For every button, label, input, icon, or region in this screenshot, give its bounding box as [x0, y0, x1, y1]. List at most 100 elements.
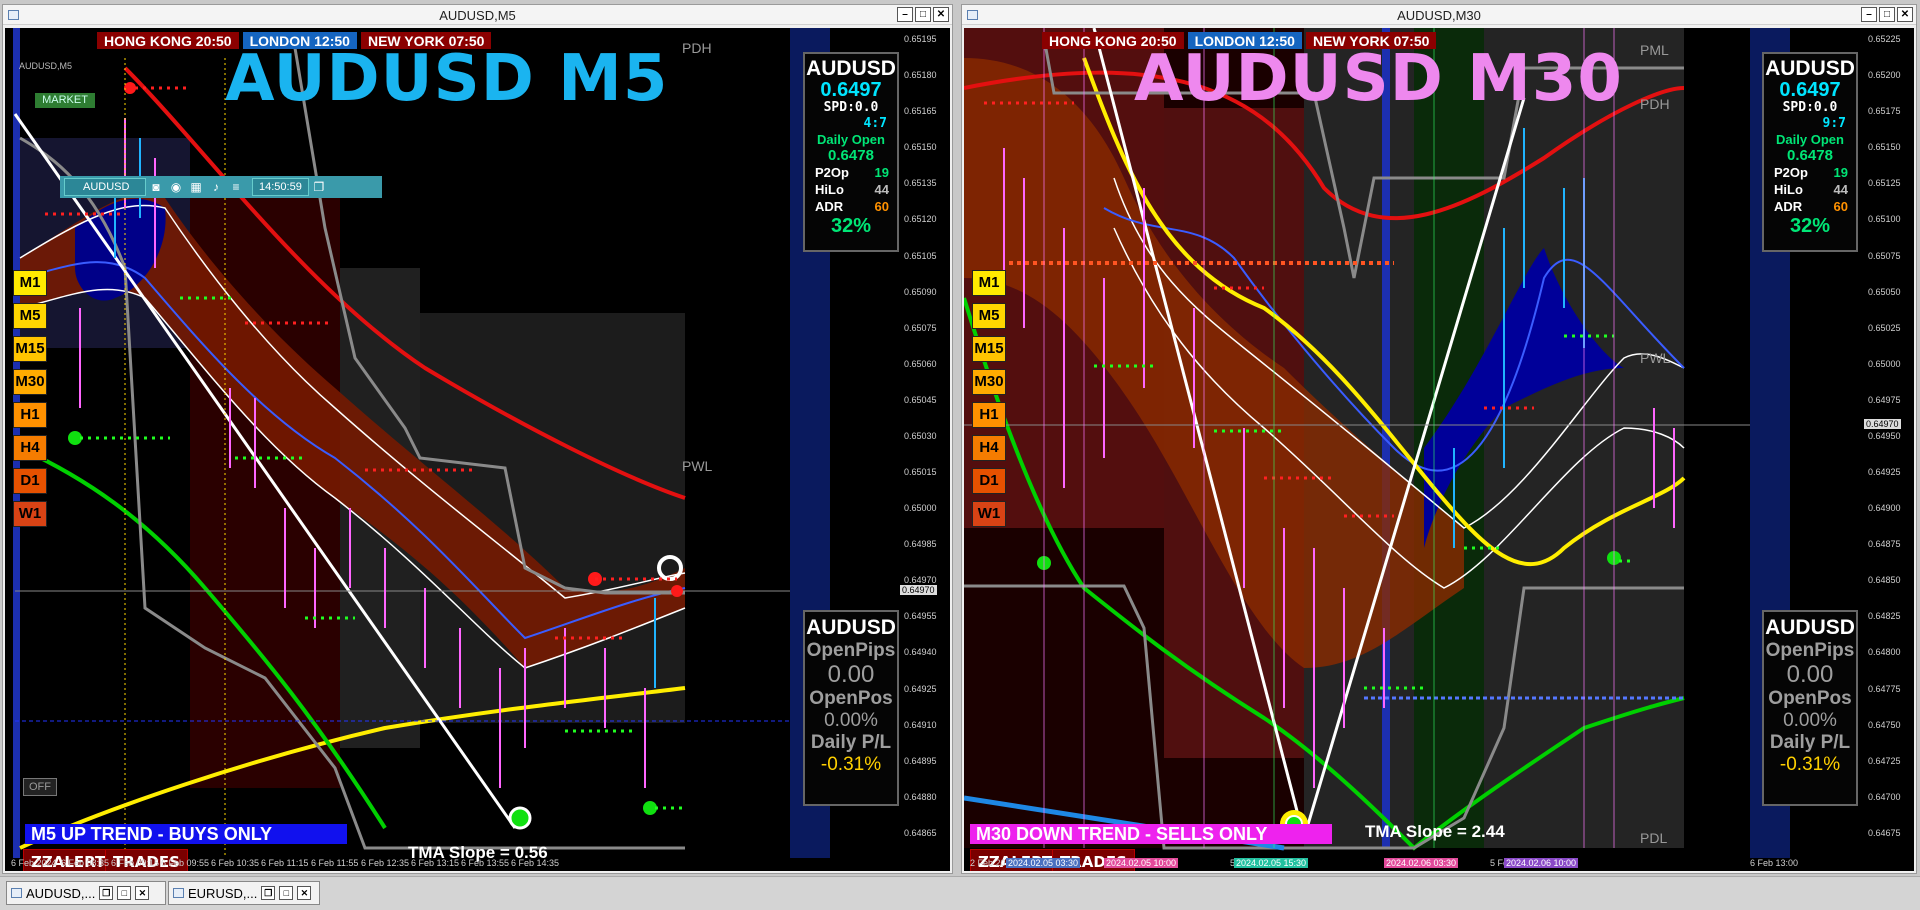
price-tick: 0.64800 [1868, 647, 1901, 658]
server-time: 14:50:59 [252, 178, 309, 196]
tf-m15-button[interactable]: M15 [13, 336, 47, 362]
tf-m30-button[interactable]: M30 [972, 369, 1006, 395]
price-tick: 0.65135 [904, 178, 937, 189]
calendar-icon[interactable]: ▦ [186, 180, 206, 194]
price-tick: 0.65000 [904, 503, 937, 514]
tf-d1-button[interactable]: D1 [13, 468, 47, 494]
minimize-button[interactable]: – [897, 7, 913, 22]
daily-pl-value: -0.31% [1779, 754, 1841, 775]
window-titlebar[interactable]: AUDUSD,M30 – □ ✕ [962, 5, 1916, 25]
price-tick: 0.64925 [904, 683, 937, 694]
menu-icon[interactable]: ≡ [226, 180, 246, 194]
close-button[interactable]: ✕ [1897, 7, 1913, 22]
price-tick: 0.65195 [904, 34, 937, 44]
time-tick: 6 Feb 11:15 [261, 858, 309, 868]
daily-open-value: 0.6478 [1787, 147, 1833, 164]
info-spread: SPD:0.0 [823, 100, 879, 115]
info-row: P2Op 19 [1774, 165, 1848, 180]
time-tick: 6 Feb 2024 [11, 858, 57, 868]
price-tick: 0.65075 [904, 322, 937, 333]
tab-eurusd[interactable]: EURUSD,... ❐ □ ✕ [168, 881, 320, 905]
off-button[interactable]: OFF [23, 778, 57, 796]
pl-panel: AUDUSD OpenPips 0.00 OpenPos 0.00% Daily… [1762, 610, 1858, 806]
info-row: HiLo 44 [815, 182, 889, 197]
tf-h1-button[interactable]: H1 [972, 402, 1006, 428]
detach-icon[interactable]: ❐ [309, 180, 329, 194]
tf-d1-button[interactable]: D1 [972, 468, 1006, 494]
window-title: AUDUSD,M30 [1397, 8, 1481, 23]
chart-symbol-label: AUDUSD,M5 [19, 61, 73, 71]
price-tick: 0.64985 [904, 539, 937, 550]
price-tick: 0.65015 [904, 467, 937, 478]
event-time-tag: 2024.02.06 03:30 [1384, 858, 1459, 868]
chart-area[interactable]: HONG KONG 20:50 LONDON 12:50 NEW YORK 07… [964, 28, 1914, 871]
tf-m5-button[interactable]: M5 [972, 303, 1006, 329]
tf-w1-button[interactable]: W1 [972, 501, 1006, 527]
info-ratio: 4:7 [863, 116, 887, 131]
tf-w1-button[interactable]: W1 [13, 501, 47, 527]
tf-m1-button[interactable]: M1 [972, 270, 1006, 296]
pml-label: PML [1640, 42, 1669, 58]
tf-h4-button[interactable]: H4 [972, 435, 1006, 461]
price-tick: 0.64910 [904, 719, 937, 730]
trend-banner: M30 DOWN TREND - SELLS ONLY [970, 824, 1332, 844]
pdl-label: PDL [1640, 830, 1668, 846]
price-tick: 0.64875 [1868, 539, 1901, 550]
minimize-button[interactable]: – [1861, 7, 1877, 22]
info-panel: AUDUSD 0.6497 SPD:0.0 4:7 Daily Open 0.6… [803, 52, 899, 252]
eye-icon[interactable]: ◉ [166, 180, 186, 194]
bell-icon[interactable]: ♪ [206, 180, 226, 194]
maximize-button[interactable]: □ [1879, 7, 1895, 22]
camera-icon[interactable]: ◙ [146, 180, 166, 194]
pwl-label: PWL [682, 458, 713, 474]
close-icon[interactable]: ✕ [297, 886, 312, 900]
price-tick: 0.65045 [904, 394, 937, 405]
maximize-icon[interactable]: □ [279, 886, 294, 900]
one-click-toolbar[interactable]: AUDUSD ◙ ◉ ▦ ♪ ≡ 14:50:59 ❐ [60, 176, 382, 198]
pdh-label: PDH [682, 40, 712, 56]
restore-icon[interactable]: ❐ [261, 886, 276, 900]
tf-h4-button[interactable]: H4 [13, 435, 47, 461]
tf-h1-button[interactable]: H1 [13, 402, 47, 428]
time-axis: 6 Feb 2024 6 Feb 08:35 6 Feb 09:15 6 Feb 09… [5, 857, 900, 871]
chart-window-m5[interactable]: AUDUSD,M5 – □ ✕ AUDUSD,M5 MARKET HONG KO… [2, 4, 953, 874]
tf-m5-button[interactable]: M5 [13, 303, 47, 329]
chart-area[interactable]: AUDUSD,M5 MARKET HONG KONG 20:50 LONDON … [5, 28, 950, 871]
tab-audusd[interactable]: AUDUSD,... ❐ □ ✕ [6, 881, 166, 905]
tf-m1-button[interactable]: M1 [13, 270, 47, 296]
window-tabs-bar: AUDUSD,... ❐ □ ✕ EURUSD,... ❐ □ ✕ [0, 876, 1920, 910]
restore-icon[interactable]: ❐ [99, 886, 114, 900]
symbol-select[interactable]: AUDUSD [64, 178, 146, 196]
timeframe-buttons: M1 M5 M15 M30 H1 H4 D1 W1 [13, 270, 47, 527]
close-button[interactable]: ✕ [933, 7, 949, 22]
tf-m15-button[interactable]: M15 [972, 336, 1006, 362]
info-panel: AUDUSD 0.6497 SPD:0.0 9:7 Daily Open 0.6… [1762, 52, 1858, 252]
symbol-watermark: AUDUSD M30 [1134, 42, 1623, 116]
pl-symbol: AUDUSD [1765, 616, 1855, 639]
price-tick: 0.65165 [904, 106, 937, 117]
window-titlebar[interactable]: AUDUSD,M5 – □ ✕ [3, 5, 952, 25]
price-tick: 0.65175 [1868, 106, 1901, 117]
open-pos-label: OpenPos [1768, 688, 1852, 709]
price-tick: 0.64850 [1868, 575, 1901, 586]
chart-window-icon [11, 888, 22, 898]
info-row: HiLo 44 [1774, 182, 1848, 197]
tf-m30-button[interactable]: M30 [13, 369, 47, 395]
info-symbol: AUDUSD [806, 57, 896, 80]
price-tick: 0.65075 [1868, 250, 1901, 261]
price-tick: 0.64700 [1868, 791, 1901, 802]
close-icon[interactable]: ✕ [135, 886, 150, 900]
time-tick: 6 Feb 12:35 [361, 858, 410, 868]
market-button[interactable]: MARKET [35, 93, 95, 108]
price-tick: 0.65120 [904, 214, 937, 225]
time-tick: 6 Feb 09:15 [111, 858, 160, 868]
daily-open-label: Daily Open [1776, 132, 1844, 147]
maximize-button[interactable]: □ [915, 7, 931, 22]
open-pos-value: 0.00% [824, 710, 878, 731]
tab-label: AUDUSD,... [26, 885, 96, 901]
maximize-icon[interactable]: □ [117, 886, 132, 900]
chart-window-m30[interactable]: AUDUSD,M30 – □ ✕ HONG KONG 20:50 LONDON … [961, 4, 1917, 874]
open-pos-value: 0.00% [1783, 710, 1837, 731]
time-tick: 6 Feb 13:15 [411, 858, 460, 868]
pdh-label: PDH [1640, 96, 1670, 112]
